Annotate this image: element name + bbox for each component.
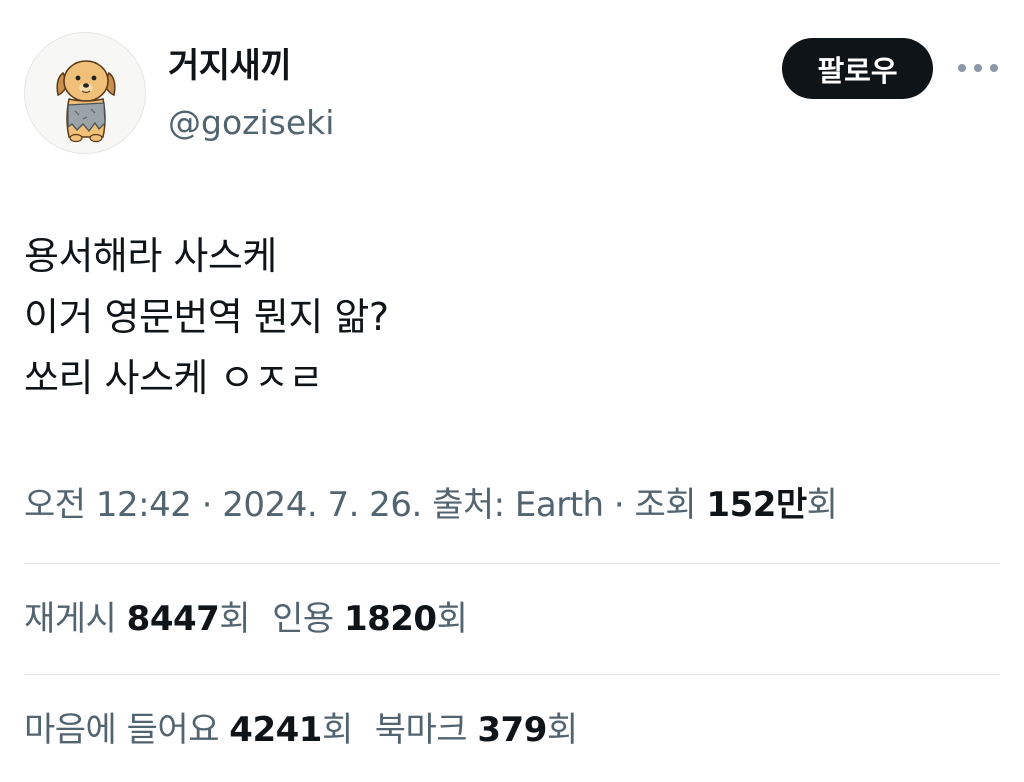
- reposts-count: 8447: [126, 599, 220, 639]
- meta-separator: ·: [191, 485, 223, 525]
- likes-label: 마음에 들어요: [24, 710, 230, 750]
- meta-separator: ·: [603, 485, 635, 525]
- stats-row-engagement: 재게시 8447회 인용 1820회: [24, 596, 468, 642]
- tweet-line: 쏘리 사스케 ㅇㅈㄹ: [24, 356, 323, 400]
- tweet-line: 이거 영문번역 뭔지 앎?: [24, 295, 389, 339]
- bookmarks-suffix: 회: [546, 710, 578, 750]
- likes-count: 4241: [229, 710, 322, 750]
- bookmarks-stat[interactable]: 북마크 379회: [375, 710, 578, 750]
- likes-suffix: 회: [321, 710, 353, 750]
- display-name[interactable]: 거지새끼: [168, 44, 292, 88]
- tweet-date[interactable]: 2024. 7. 26.: [222, 485, 422, 525]
- views-suffix: 회: [806, 485, 838, 525]
- source-label: 출처:: [421, 485, 515, 525]
- user-handle[interactable]: @goziseki: [168, 101, 334, 145]
- divider: [24, 563, 1000, 564]
- stats-row-likes: 마음에 들어요 4241회 북마크 379회: [24, 707, 578, 753]
- likes-stat[interactable]: 마음에 들어요 4241회: [24, 710, 353, 750]
- tweet-text: 용서해라 사스케 이거 영문번역 뭔지 앎? 쏘리 사스케 ㅇㅈㄹ: [24, 226, 389, 409]
- quotes-suffix: 회: [436, 599, 468, 639]
- reposts-label: 재게시: [24, 599, 127, 639]
- follow-button[interactable]: 팔로우: [782, 38, 933, 99]
- reposts-suffix: 회: [219, 599, 251, 639]
- views-count[interactable]: 152만: [706, 485, 807, 525]
- follow-button-label: 팔로우: [817, 53, 898, 88]
- more-dots-icon[interactable]: [958, 58, 998, 78]
- divider: [24, 674, 1000, 675]
- bookmarks-count: 379: [477, 710, 547, 750]
- tweet-meta: 오전 12:42 · 2024. 7. 26. 출처: Earth · 조회 1…: [24, 482, 838, 528]
- reposts-stat[interactable]: 재게시 8447회: [24, 599, 251, 639]
- views-label: 조회: [634, 485, 707, 525]
- more-dot: [974, 64, 982, 72]
- quotes-count: 1820: [343, 599, 437, 639]
- quotes-label: 인용: [272, 599, 344, 639]
- source-value: Earth: [514, 485, 604, 525]
- more-dot: [958, 64, 966, 72]
- tweet-line: 용서해라 사스케: [24, 234, 277, 278]
- quotes-stat[interactable]: 인용 1820회: [272, 599, 468, 639]
- more-dot: [990, 64, 998, 72]
- bookmarks-label: 북마크: [374, 710, 478, 750]
- tweet-time[interactable]: 오전 12:42: [24, 485, 192, 525]
- dog-avatar-icon: [56, 60, 116, 143]
- avatar[interactable]: [24, 32, 146, 154]
